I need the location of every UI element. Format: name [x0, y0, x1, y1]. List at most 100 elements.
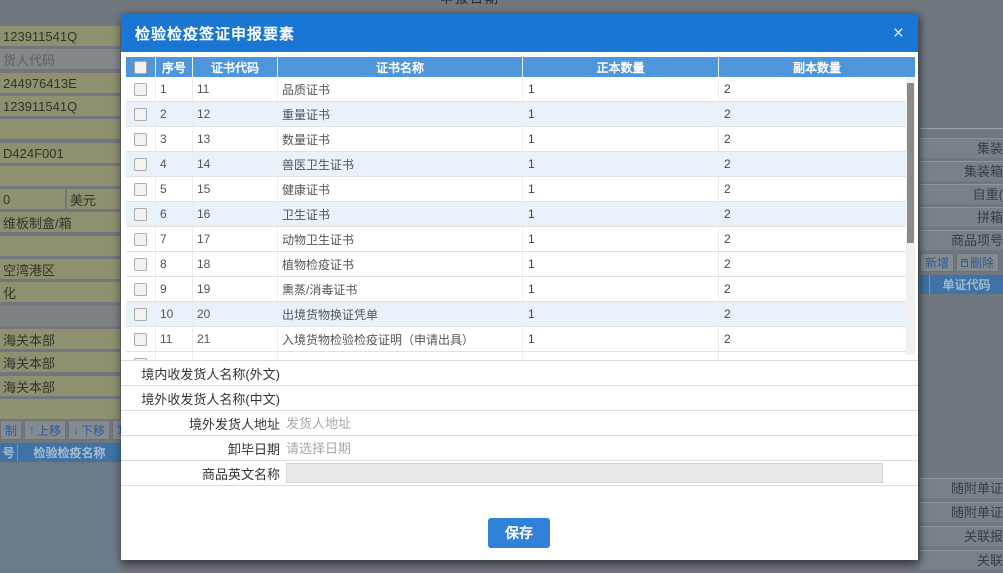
cell-original-qty[interactable]: 1 — [523, 277, 719, 301]
add-button[interactable]: 新增 — [920, 253, 955, 272]
background-form-label: 集装 — [920, 138, 1003, 158]
form-input[interactable] — [286, 438, 915, 458]
row-checkbox[interactable] — [134, 157, 147, 171]
cell-copy-qty[interactable]: 2 — [719, 152, 906, 176]
table-row[interactable]: 7 17 动物卫生证书 1 2 — [126, 227, 906, 252]
cell-original-qty[interactable]: 1 — [523, 127, 719, 151]
background-left-panel: 123911541Q 货人代码 244976413E 123911541Q D4… — [0, 0, 121, 573]
cell-cert-name: 健康证书 — [278, 177, 523, 201]
table-scrollbar[interactable] — [906, 77, 915, 355]
background-input-field: 货人代码 — [0, 49, 120, 69]
form-row: 境外收发货人名称(中文) ••• — [121, 386, 918, 411]
row-checkbox[interactable] — [134, 182, 147, 196]
cell-copy-qty[interactable]: 2 — [719, 202, 906, 226]
close-icon[interactable]: × — [893, 24, 904, 43]
col-header-cert-code: 证书代码 — [193, 57, 278, 77]
form-input[interactable] — [286, 463, 883, 483]
background-input-field — [0, 119, 120, 139]
cell-copy-qty[interactable]: 2 — [719, 227, 906, 251]
cell-original-qty[interactable]: 1 — [523, 302, 719, 326]
cell-original-qty[interactable]: 1 — [523, 327, 719, 351]
move-up-button[interactable]: ↑ 上移 — [24, 420, 67, 440]
row-checkbox[interactable] — [134, 107, 147, 121]
row-checkbox[interactable] — [134, 332, 147, 346]
row-checkbox[interactable] — [134, 132, 147, 146]
background-field-value: 123911541Q — [3, 98, 78, 114]
cell-cert-name: 动物卫生证书 — [278, 227, 523, 251]
copy-button[interactable]: 制 — [0, 420, 23, 440]
table-row[interactable]: 4 14 兽医卫生证书 1 2 — [126, 152, 906, 177]
background-form-label: 关联报 — [920, 526, 1003, 546]
select-all-checkbox[interactable] — [134, 60, 147, 74]
cell-cert-name: 入境货物检验检疫证明（申请出具） — [278, 327, 523, 351]
cell-cert-name: 重量证书 — [278, 102, 523, 126]
arrow-down-icon: ↓ — [73, 423, 80, 437]
row-checkbox[interactable] — [134, 282, 147, 296]
table-row[interactable]: 1 11 品质证书 1 2 — [126, 77, 906, 102]
cell-copy-qty[interactable]: 2 — [719, 277, 906, 301]
table-row[interactable]: 3 13 数量证书 1 2 — [126, 127, 906, 152]
background-input-field: 海关本部 — [0, 329, 120, 349]
table-row[interactable]: 5 15 健康证书 1 2 — [126, 177, 906, 202]
form-input[interactable] — [286, 388, 915, 408]
cell-copy-qty[interactable]: 2 — [719, 302, 906, 326]
row-checkbox[interactable] — [134, 207, 147, 221]
cell-original-qty[interactable]: 1 — [523, 77, 719, 101]
cell-no: 7 — [156, 227, 193, 251]
row-checkbox[interactable] — [134, 307, 147, 321]
background-field-value: D424F001 — [3, 145, 64, 161]
background-input-field: 维板制盒/箱 — [0, 212, 120, 232]
background-field-value: 海关本部 — [3, 332, 56, 348]
scrollbar-thumb[interactable] — [907, 83, 914, 243]
cell-copy-qty[interactable]: 2 — [719, 177, 906, 201]
cell-no: 8 — [156, 252, 193, 276]
form-input[interactable] — [286, 413, 915, 433]
cell-copy-qty[interactable]: 2 — [719, 102, 906, 126]
row-checkbox[interactable] — [134, 232, 147, 246]
form-input[interactable] — [286, 363, 915, 383]
background-input-field — [0, 166, 120, 186]
cell-original-qty[interactable]: 1 — [523, 102, 719, 126]
cell-original-qty[interactable]: 1 — [523, 152, 719, 176]
save-button[interactable]: 保存 — [488, 518, 550, 548]
modal-title-bar: 检验检疫签证申报要素 × — [121, 14, 918, 52]
cell-cert-name: 熏蒸/消毒证书 — [278, 277, 523, 301]
background-input-field: 123911541Q — [0, 96, 120, 116]
background-form-label: 随附单证 — [920, 502, 1003, 522]
select-all-cell[interactable] — [126, 57, 156, 77]
cell-cert-name: 数量证书 — [278, 127, 523, 151]
cell-copy-qty[interactable]: 2 — [719, 127, 906, 151]
form-label: 境内收发货人名称(外文) — [141, 366, 280, 382]
table-row[interactable]: 9 19 熏蒸/消毒证书 1 2 — [126, 277, 906, 302]
cell-copy-qty[interactable]: 2 — [719, 252, 906, 276]
cell-original-qty[interactable]: 1 — [523, 177, 719, 201]
delete-button[interactable]: 删除 — [956, 253, 1000, 272]
cell-copy-qty[interactable]: 2 — [719, 327, 906, 351]
row-checkbox[interactable] — [134, 257, 147, 271]
background-input-field: 0 美元 — [0, 189, 120, 209]
col-header-no: 序号 — [156, 57, 193, 77]
clipped-top-label: 申报日期 — [440, 0, 570, 10]
row-checkbox[interactable] — [134, 82, 147, 96]
grid-col-doc-code: 单证代码 — [942, 278, 991, 292]
cell-cert-code: 13 — [193, 127, 278, 151]
table-row[interactable]: 6 16 卫生证书 1 2 — [126, 202, 906, 227]
cell-original-qty[interactable]: 1 — [523, 252, 719, 276]
form-row: 商品英文名称 ••• — [121, 461, 918, 486]
col-header-cert-name: 证书名称 — [278, 57, 523, 77]
cell-original-qty[interactable]: 1 — [523, 202, 719, 226]
move-down-button[interactable]: ↓ 下移 — [68, 420, 111, 440]
clipped-toolbar-button[interactable]: 1 — [112, 420, 121, 440]
cell-original-qty[interactable]: 1 — [523, 227, 719, 251]
modal-form: 境内收发货人名称(外文) ••• 境外收发货人名称(中文) ••• 境外 — [121, 360, 918, 486]
cell-cert-name: 植物检疫证书 — [278, 252, 523, 276]
divider — [920, 128, 1003, 129]
table-row[interactable]: 2 12 重量证书 1 2 — [126, 102, 906, 127]
background-input-field: 化 — [0, 282, 120, 302]
cell-copy-qty[interactable]: 2 — [719, 77, 906, 101]
modal-title: 检验检疫签证申报要素 — [135, 25, 296, 43]
table-row[interactable]: 10 20 出境货物换证凭单 1 2 — [126, 302, 906, 327]
background-grid-empty-area — [0, 463, 121, 573]
table-row[interactable]: 11 21 入境货物检验检疫证明（申请出具） 1 2 — [126, 327, 906, 352]
table-row[interactable]: 8 18 植物检疫证书 1 2 — [126, 252, 906, 277]
